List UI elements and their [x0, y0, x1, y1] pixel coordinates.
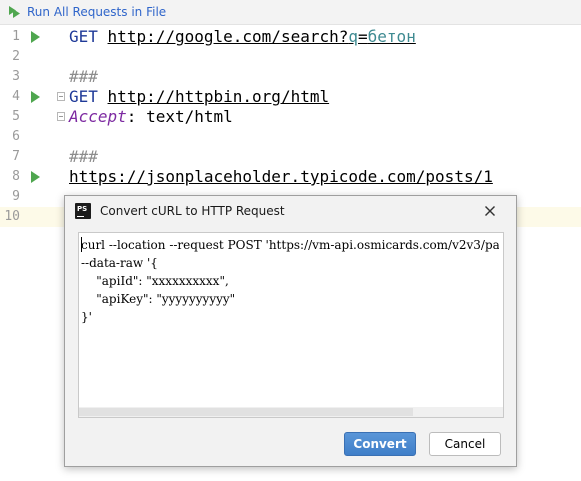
query-eq: = — [358, 27, 368, 46]
line-number: 1 — [12, 29, 20, 44]
request-url[interactable]: https://jsonplaceholder.typicode.com/pos… — [69, 167, 493, 186]
http-method: GET — [69, 87, 98, 106]
cancel-button[interactable]: Cancel — [429, 432, 501, 456]
line-number: 9 — [12, 189, 20, 204]
line-number: 3 — [12, 69, 20, 84]
request-separator: ### — [69, 67, 98, 86]
convert-button[interactable]: Convert — [344, 432, 416, 456]
editor-line: 3 ### — [0, 67, 581, 87]
request-url[interactable]: http://google.com/search?q=бетон — [108, 27, 416, 46]
editor-line: 8 https://jsonplaceholder.typicode.com/p… — [0, 167, 581, 187]
line-number: 10 — [4, 209, 20, 224]
http-method: GET — [69, 27, 98, 46]
query-value: бетон — [367, 27, 416, 46]
horizontal-scrollbar[interactable] — [79, 407, 503, 417]
header-line: Accept: text/html — [69, 107, 233, 127]
request-line: GET http://google.com/search?q=бетон — [69, 27, 416, 47]
request-separator: ### — [69, 147, 98, 166]
header-value: text/html — [146, 107, 233, 126]
editor-line: 6 — [0, 127, 581, 147]
line-number: 4 — [12, 89, 20, 104]
toolbar: Run All Requests in File — [0, 0, 581, 25]
dialog-title-bar[interactable]: PS Convert cURL to HTTP Request — [65, 196, 516, 226]
convert-curl-dialog: PS Convert cURL to HTTP Request curl --l… — [64, 195, 517, 467]
line-number: 6 — [12, 129, 20, 144]
fold-end-icon[interactable] — [57, 112, 65, 121]
line-number: 2 — [12, 49, 20, 64]
close-button[interactable] — [480, 201, 500, 221]
run-all-icon[interactable] — [7, 5, 21, 19]
curl-input[interactable]: curl --location --request POST 'https://… — [78, 232, 504, 418]
scrollbar-thumb[interactable] — [79, 408, 413, 416]
fold-icon[interactable] — [57, 92, 65, 101]
run-all-requests-button[interactable]: Run All Requests in File — [27, 5, 166, 19]
header-separator: : — [126, 107, 147, 126]
editor-line: 5 Accept: text/html — [0, 107, 581, 127]
run-request-icon[interactable] — [31, 91, 40, 103]
text-caret — [81, 237, 82, 252]
dialog-title: Convert cURL to HTTP Request — [100, 204, 285, 218]
query-key: q — [348, 27, 359, 46]
run-request-icon[interactable] — [31, 171, 40, 183]
run-request-icon[interactable] — [31, 31, 40, 43]
close-icon — [485, 206, 495, 216]
request-line: GET http://httpbin.org/html — [69, 87, 329, 107]
request-line: https://jsonplaceholder.typicode.com/pos… — [69, 167, 493, 187]
header-name: Accept — [69, 107, 127, 126]
line-number: 5 — [12, 109, 20, 124]
request-url[interactable]: http://httpbin.org/html — [108, 87, 330, 106]
curl-text[interactable]: curl --location --request POST 'https://… — [81, 236, 499, 408]
line-number: 7 — [12, 149, 20, 164]
editor-line: 1 GET http://google.com/search?q=бетон — [0, 27, 581, 47]
editor-line: 7 ### — [0, 147, 581, 167]
app-icon: PS — [75, 203, 91, 219]
editor-line: 4 GET http://httpbin.org/html — [0, 87, 581, 107]
url-text: http://google.com/search? — [107, 27, 349, 46]
editor-line: 2 — [0, 47, 581, 67]
line-number: 8 — [12, 169, 20, 184]
